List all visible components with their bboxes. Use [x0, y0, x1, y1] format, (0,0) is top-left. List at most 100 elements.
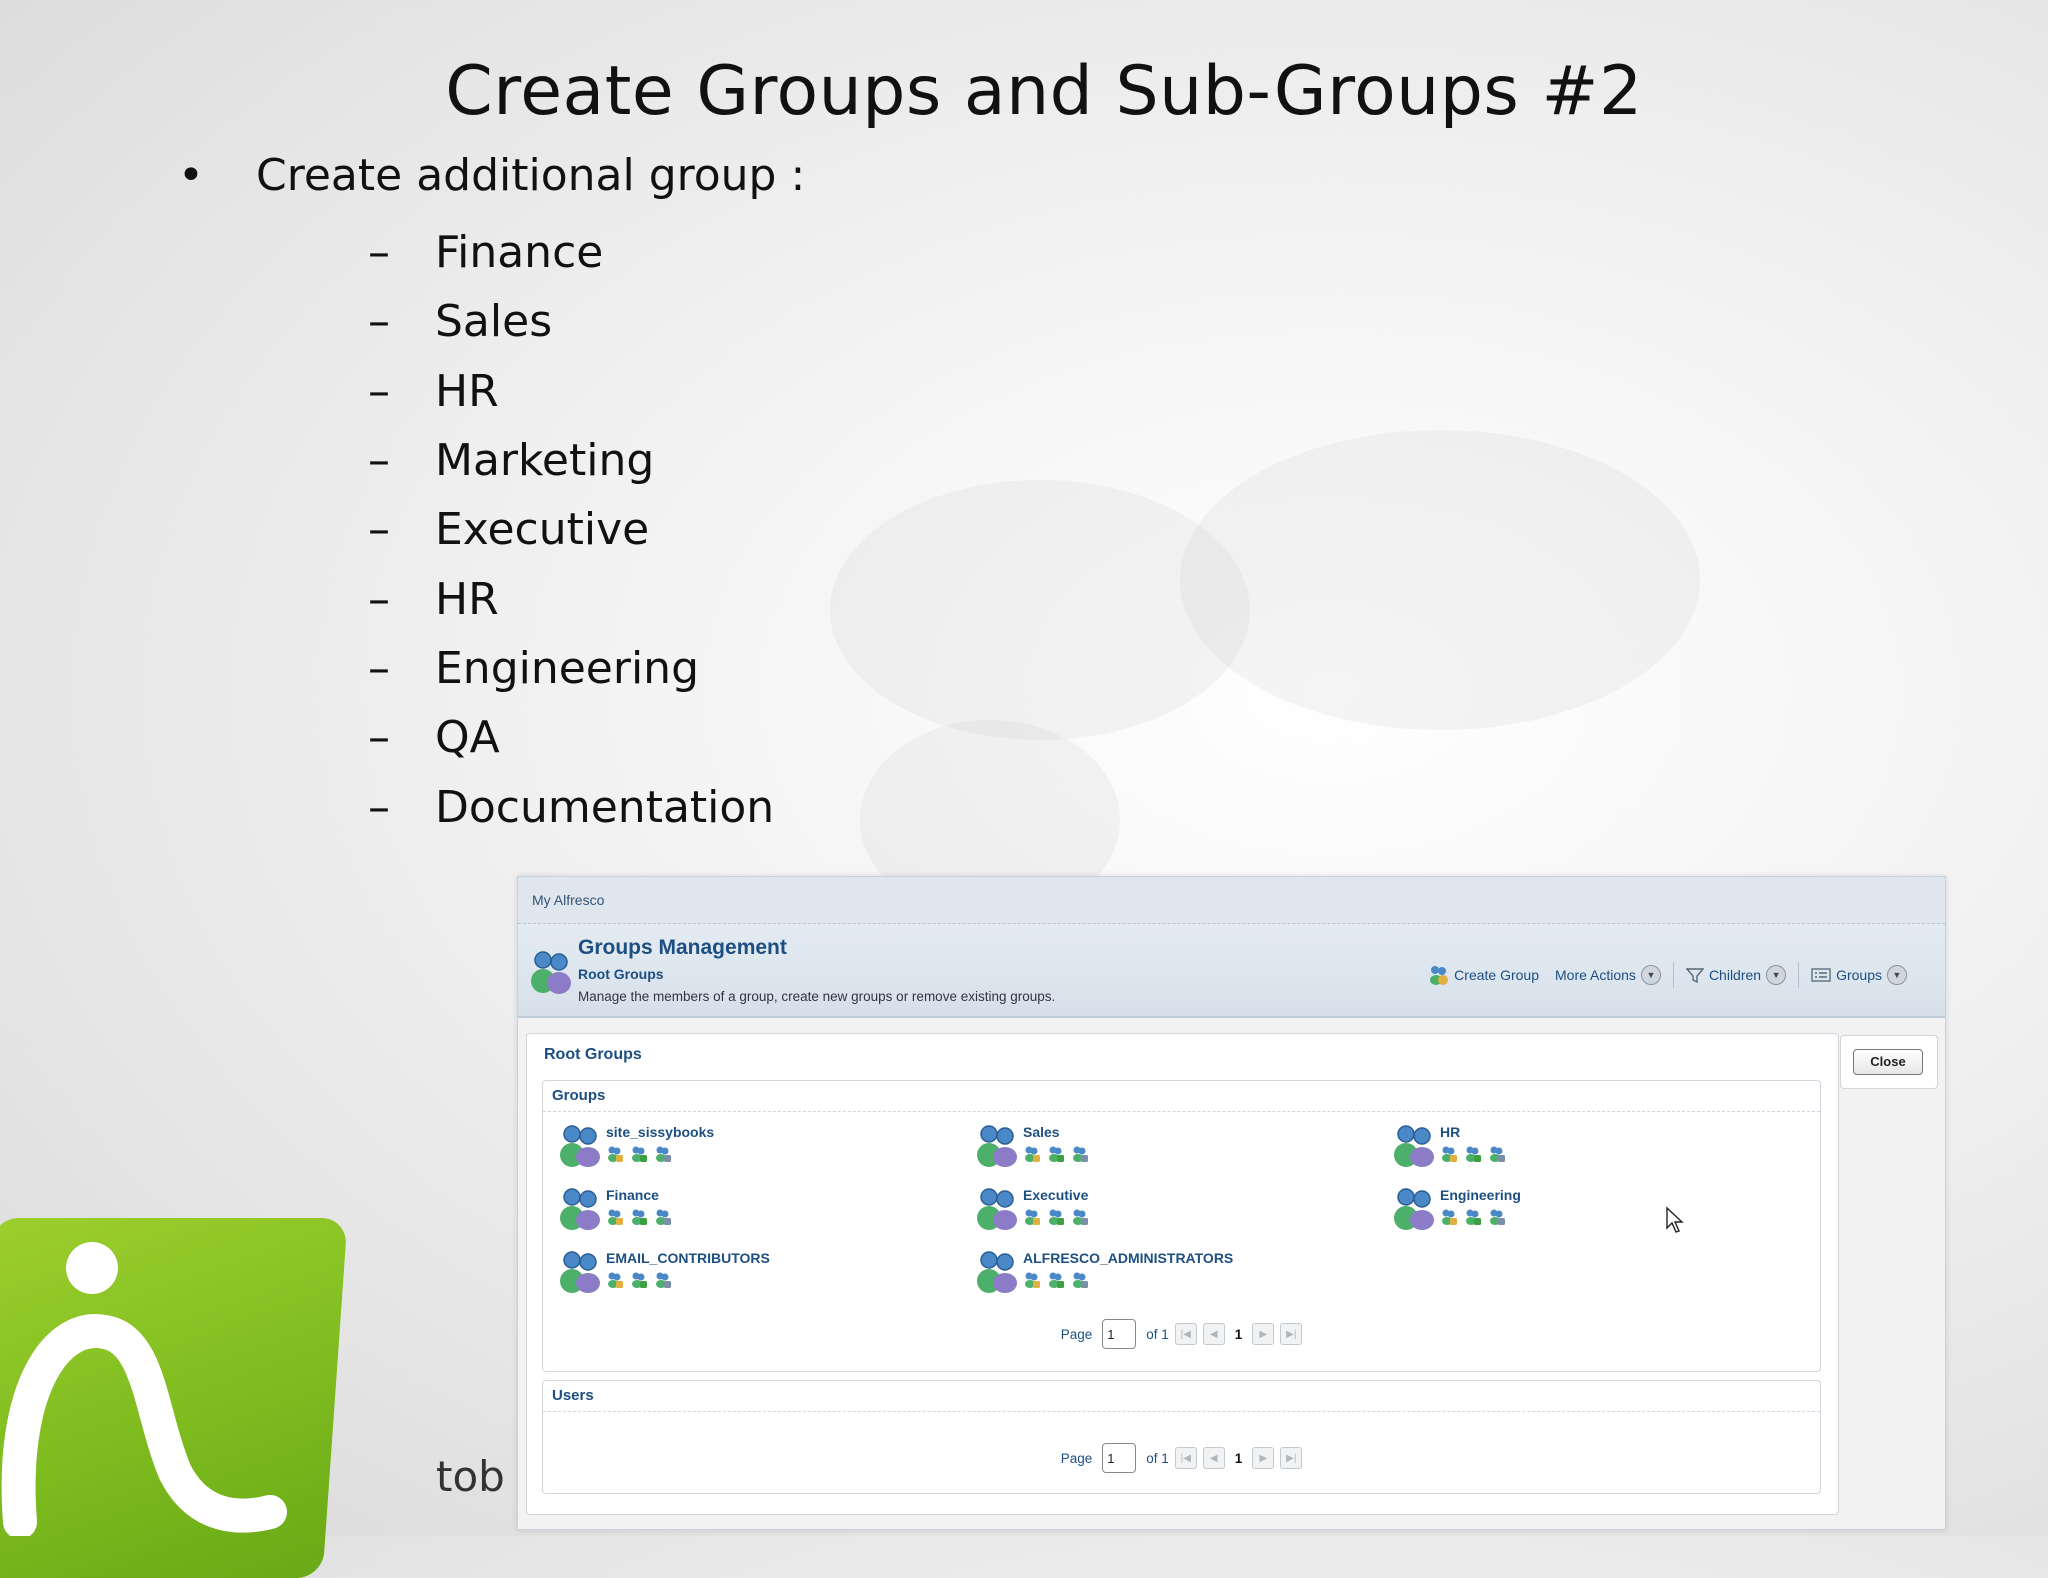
group-name-link[interactable]: Executive: [1023, 1186, 1089, 1204]
group-item: HR: [1393, 1123, 1809, 1169]
toolbar: Create Group More Actions ▼ Children ▼ G…: [1421, 962, 1915, 988]
group-edit-icon[interactable]: [606, 1145, 624, 1168]
groups-section-title: Groups: [543, 1081, 1820, 1112]
sub-bullet-list: – Finance – Sales – HR – Marketing – Executiv…: [368, 218, 774, 842]
sub-bullet-text: Finance: [435, 227, 604, 279]
sub-bullet-text: Executive: [435, 504, 650, 556]
next-page-icon[interactable]: ▶: [1252, 1323, 1275, 1345]
children-filter-menu[interactable]: Children ▼: [1678, 965, 1794, 985]
page-number-input[interactable]: [1102, 1319, 1137, 1349]
sub-bullet-text: Marketing: [435, 435, 655, 487]
group-delete-icon[interactable]: [654, 1208, 672, 1231]
close-button[interactable]: Close: [1853, 1049, 1923, 1075]
page-description: Manage the members of a group, create ne…: [578, 989, 1056, 1004]
group-name-link[interactable]: HR: [1440, 1123, 1506, 1141]
group-name-link[interactable]: ALFRESCO_ADMINISTRATORS: [1023, 1249, 1233, 1267]
children-label: Children: [1708, 967, 1762, 983]
create-group-label: Create Group: [1454, 967, 1539, 983]
more-actions-menu[interactable]: More Actions ▼: [1547, 965, 1669, 985]
add-user-icon[interactable]: [1464, 1145, 1482, 1168]
next-page-icon[interactable]: ▶: [1252, 1447, 1275, 1469]
group-name-link[interactable]: Finance: [606, 1186, 672, 1204]
sub-bullet-item: – Sales: [368, 296, 553, 348]
panel-title: Root Groups: [544, 1046, 642, 1063]
group-name-link[interactable]: site_sissybooks: [606, 1123, 714, 1141]
group-edit-icon[interactable]: [1440, 1208, 1458, 1231]
group-icon: [559, 1249, 601, 1298]
prev-page-icon[interactable]: ◀: [1202, 1447, 1225, 1469]
current-page: 1: [1234, 1450, 1243, 1466]
sub-bullet-item: – Finance: [368, 227, 604, 279]
add-user-icon[interactable]: [1464, 1208, 1482, 1231]
group-delete-icon[interactable]: [654, 1271, 672, 1294]
add-user-icon[interactable]: [630, 1208, 648, 1231]
first-page-icon[interactable]: |◀: [1174, 1323, 1197, 1345]
chevron-down-icon: ▼: [1887, 965, 1907, 985]
add-user-icon[interactable]: [1047, 1271, 1065, 1294]
page-title: Groups Management: [578, 936, 787, 959]
group-delete-icon[interactable]: [1071, 1145, 1089, 1168]
more-actions-label: More Actions: [1555, 967, 1636, 983]
users-pager: Page of 1 |◀ ◀ 1 ▶ ▶|: [543, 1443, 1820, 1473]
logo-icon: [1, 1242, 287, 1536]
group-delete-icon[interactable]: [1071, 1208, 1089, 1231]
page-header: Groups Management Root Groups Manage the…: [518, 924, 1945, 1018]
sub-bullet-item: – HR: [368, 365, 499, 417]
create-group-icon: [1430, 966, 1449, 985]
group-edit-icon[interactable]: [606, 1271, 624, 1294]
sub-bullet-item: – Marketing: [368, 435, 655, 487]
sub-bullet-item: – HR: [368, 573, 499, 625]
root-groups-panel: Root Groups Groups site_sissybooks Sales H…: [526, 1033, 1839, 1515]
add-user-icon[interactable]: [630, 1271, 648, 1294]
group-item: site_sissybooks: [559, 1123, 976, 1169]
mouse-cursor-icon: [1666, 1206, 1684, 1233]
users-section: Users Page of 1 |◀ ◀ 1 ▶ ▶|: [542, 1380, 1821, 1494]
sub-bullet-item: – Engineering: [368, 642, 699, 694]
group-item: Finance: [559, 1186, 976, 1232]
my-alfresco-link[interactable]: My Alfresco: [532, 892, 604, 908]
group-delete-icon[interactable]: [654, 1145, 672, 1168]
group-icon: [976, 1123, 1018, 1172]
groups-grid: site_sissybooks Sales HR Finance Executive En…: [559, 1123, 1809, 1295]
last-page-icon[interactable]: ▶|: [1280, 1447, 1303, 1469]
groups-icon: [531, 951, 571, 994]
group-icon: [559, 1123, 601, 1172]
groups-management-window: My Alfresco Groups Management Root Group…: [517, 876, 1946, 1530]
group-name-link[interactable]: Engineering: [1440, 1186, 1521, 1204]
group-edit-icon[interactable]: [606, 1208, 624, 1231]
page-number-input[interactable]: [1102, 1443, 1137, 1473]
last-page-icon[interactable]: ▶|: [1280, 1323, 1303, 1345]
sub-bullet-text: HR: [435, 365, 499, 417]
nav-bar: My Alfresco: [518, 877, 1945, 924]
slide-title: Create Groups and Sub-Groups #2: [445, 52, 1643, 131]
first-page-icon[interactable]: |◀: [1174, 1447, 1197, 1469]
toolbar-separator: [1798, 962, 1800, 988]
create-group-button[interactable]: Create Group: [1421, 965, 1547, 985]
group-item: ALFRESCO_ADMINISTRATORS: [976, 1249, 1393, 1295]
group-delete-icon[interactable]: [1071, 1271, 1089, 1294]
bullet-item: • Create additional group :: [178, 150, 805, 201]
close-panel: Close: [1840, 1035, 1938, 1089]
add-user-icon[interactable]: [1047, 1145, 1065, 1168]
group-edit-icon[interactable]: [1023, 1145, 1041, 1168]
sub-bullet-text: Engineering: [435, 642, 699, 694]
group-edit-icon[interactable]: [1023, 1208, 1041, 1231]
page-label: Page: [1060, 1326, 1093, 1342]
group-edit-icon[interactable]: [1440, 1145, 1458, 1168]
group-icon: [976, 1186, 1018, 1235]
prev-page-icon[interactable]: ◀: [1202, 1323, 1225, 1345]
sub-bullet-text: Sales: [435, 296, 553, 348]
add-user-icon[interactable]: [1047, 1208, 1065, 1231]
group-delete-icon[interactable]: [1488, 1145, 1506, 1168]
group-edit-icon[interactable]: [1023, 1271, 1041, 1294]
bullet-text: Create additional group :: [256, 150, 806, 201]
users-section-title: Users: [543, 1381, 1820, 1412]
filter-icon: [1685, 968, 1704, 983]
groups-view-menu[interactable]: Groups ▼: [1803, 965, 1915, 985]
group-delete-icon[interactable]: [1488, 1208, 1506, 1231]
group-name-link[interactable]: EMAIL_CONTRIBUTORS: [606, 1249, 770, 1267]
chevron-down-icon: ▼: [1640, 965, 1661, 985]
group-name-link[interactable]: Sales: [1023, 1123, 1089, 1141]
add-user-icon[interactable]: [630, 1145, 648, 1168]
bullet-dot: •: [178, 150, 204, 201]
